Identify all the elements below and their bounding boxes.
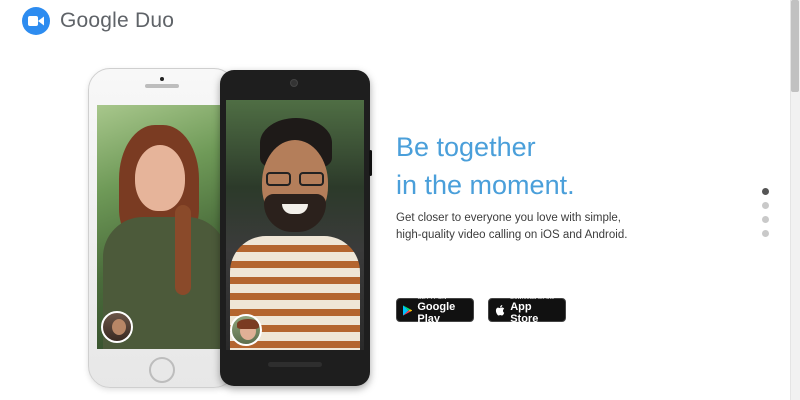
app-store-badge[interactable]: Download on the App Store	[488, 295, 566, 325]
scrollbar-thumb[interactable]	[791, 0, 799, 92]
woman-face	[135, 145, 185, 211]
headline: Be together in the moment.	[396, 128, 575, 204]
google-play-badge[interactable]: GET IT ON Google Play	[396, 295, 474, 325]
pip-self-view[interactable]	[230, 314, 262, 346]
video-call-screen-woman	[97, 105, 229, 349]
brand-name[interactable]: Google Duo	[60, 9, 174, 33]
play-triangle-icon	[403, 304, 413, 316]
hero-description: Get closer to everyone you love with sim…	[396, 212, 628, 241]
iphone-mockup	[88, 68, 236, 388]
android-phone-mockup	[220, 70, 372, 386]
front-camera	[160, 77, 164, 81]
app-store-label: App Store	[510, 301, 539, 325]
pip-self-view[interactable]	[101, 311, 133, 343]
video-call-screen-man	[226, 100, 364, 350]
header: Google Duo	[22, 6, 174, 36]
carousel-dot-3[interactable]	[762, 216, 769, 223]
carousel-dot-4[interactable]	[762, 230, 769, 237]
man-glasses	[266, 172, 324, 186]
woman-braid	[175, 205, 191, 295]
carousel-pagination	[762, 188, 769, 237]
google-play-label: Google Play	[417, 301, 456, 325]
headline-line-2: in the moment.	[396, 170, 575, 200]
apple-icon	[495, 304, 505, 316]
power-button	[369, 150, 372, 176]
headline-line-1: Be together	[396, 132, 536, 162]
bottom-speaker	[268, 362, 322, 367]
video-camera-icon[interactable]	[22, 7, 50, 35]
home-button[interactable]	[149, 357, 175, 383]
earpiece-speaker	[145, 84, 179, 88]
carousel-dot-2[interactable]	[762, 202, 769, 209]
front-camera	[290, 79, 298, 87]
page-scrollbar[interactable]	[790, 0, 800, 400]
carousel-dot-1[interactable]	[762, 188, 769, 195]
